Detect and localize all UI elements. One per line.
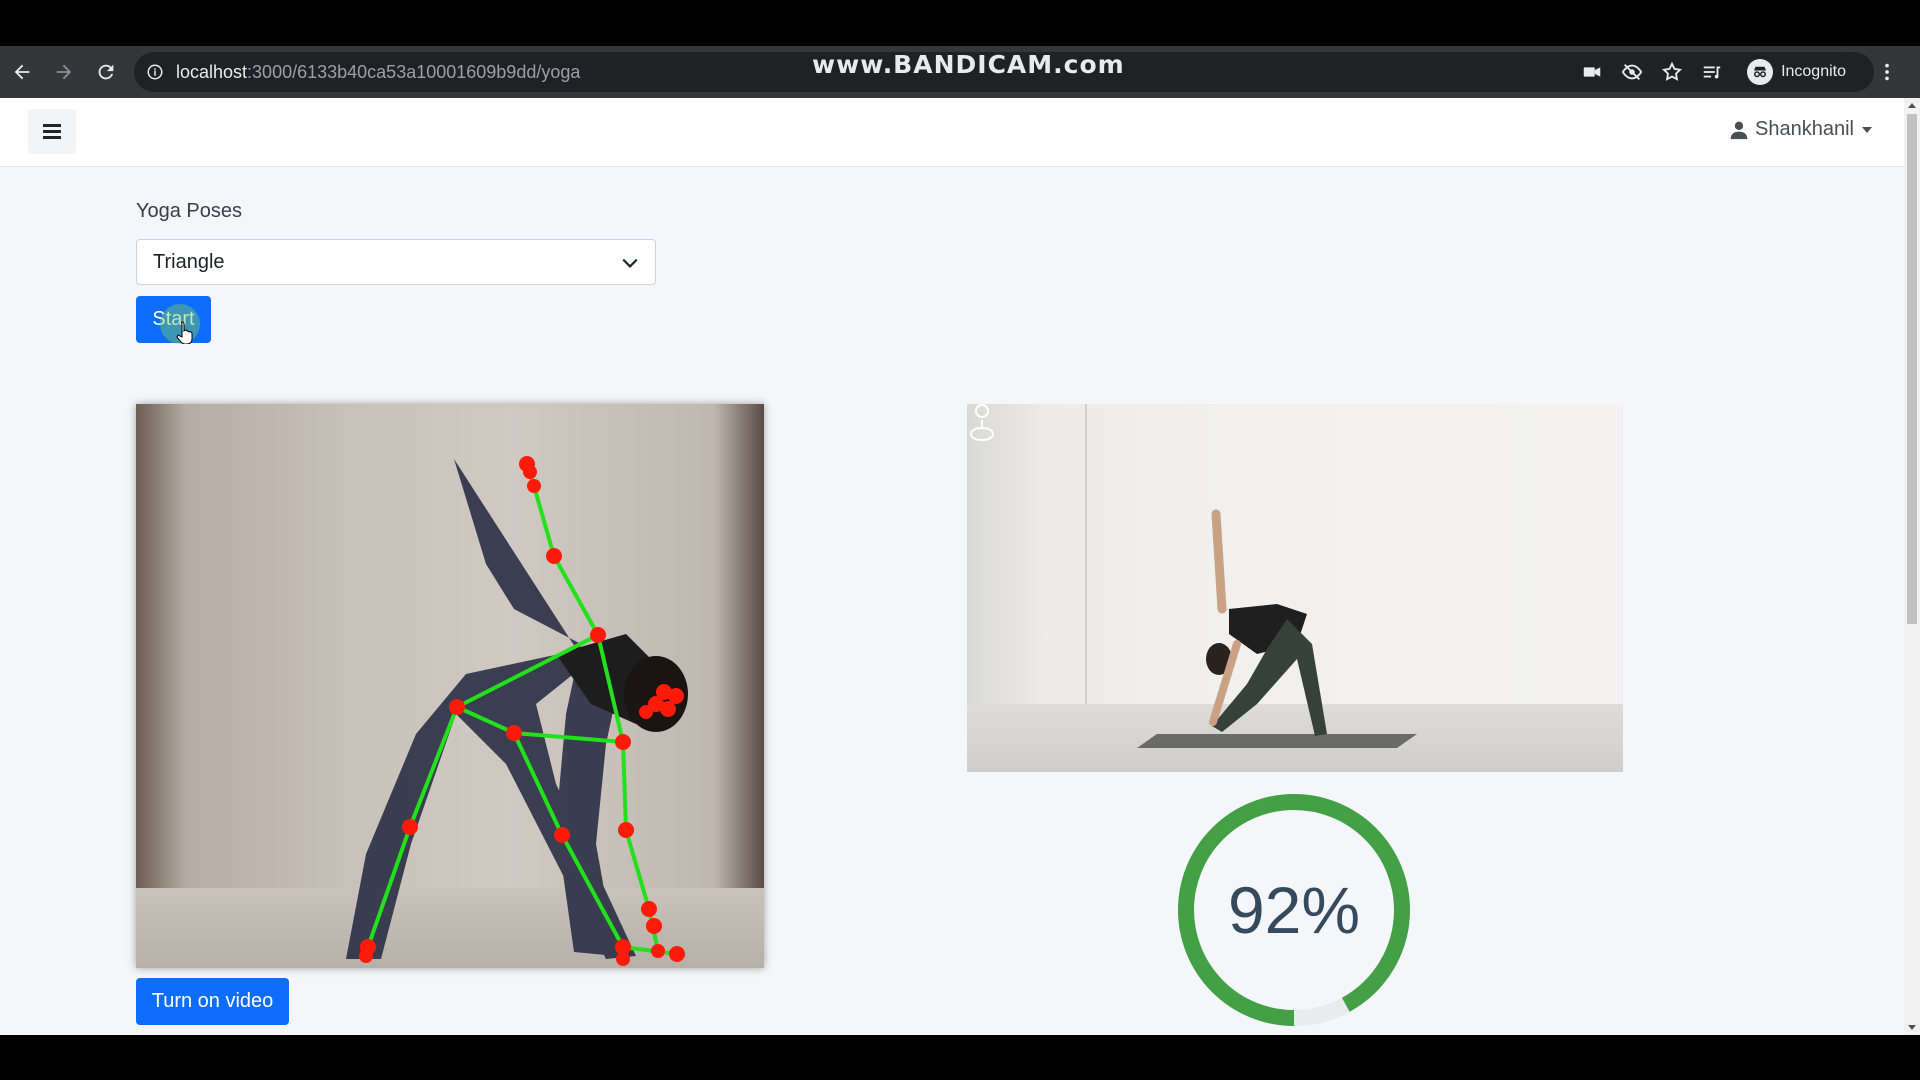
incognito-label: Incognito [1781,63,1846,80]
user-name: Shankhanil [1755,118,1854,140]
url-host: localhost [176,61,248,82]
page-scrollbar[interactable] [1904,98,1920,1035]
start-button[interactable]: Start [136,296,211,343]
webcam-feed [136,404,764,968]
screen-bottom-bar [0,1035,1920,1080]
yoga-mat [1137,734,1417,748]
camera-icon[interactable] [1581,61,1603,83]
instructor-figure [1137,509,1417,748]
browser-tab-strip [0,0,1920,46]
scroll-up-icon[interactable] [1908,103,1916,108]
reload-button[interactable] [86,52,126,92]
hamburger-icon [43,130,61,133]
forward-arrow-icon [56,64,72,80]
chevron-down-icon [1862,126,1872,133]
eye-off-icon[interactable] [1621,61,1643,83]
pose-select-label: Yoga Poses [136,200,243,222]
menu-toggle-button[interactable] [28,109,76,154]
pose-select-value: Triangle [153,250,225,273]
back-arrow-icon [14,64,30,80]
incognito-profile-button[interactable]: Incognito [1741,55,1858,89]
user-icon [1730,121,1748,139]
forward-button[interactable] [44,52,84,92]
media-queue-icon[interactable] [1701,61,1723,83]
back-button[interactable] [2,52,42,92]
reload-icon [98,64,114,80]
browser-menu-icon[interactable] [1876,61,1898,83]
reference-pose-image [967,404,1623,772]
user-dropdown[interactable]: Shankhanil [1729,118,1872,141]
turn-on-video-button[interactable]: Turn on video [136,978,289,1025]
page-content: Shankhanil Yoga Poses Triangle Start Tur… [0,98,1904,1035]
accuracy-score: 92% [1174,790,1414,1030]
url-text: localhost:3000/6133b40ca53a10001609b9dd/… [176,62,580,83]
toolbar-icons: Incognito [1581,52,1898,92]
recording-watermark: www.BANDICAM.com [812,50,1125,79]
site-info-icon[interactable] [146,63,164,81]
scrollbar-thumb[interactable] [1907,114,1917,624]
app-navbar: Shankhanil [0,98,1904,167]
watermark-logo-icon [969,404,995,441]
chevron-down-icon [622,258,638,268]
pose-skeleton-overlay [346,456,688,966]
bookmark-star-icon[interactable] [1661,61,1683,83]
scroll-down-icon[interactable] [1908,1025,1916,1030]
score-percentage: 92% [1227,873,1361,947]
incognito-icon [1747,59,1774,85]
url-path: :3000/6133b40ca53a10001609b9dd/yoga [247,61,581,82]
pose-select[interactable]: Triangle [136,239,656,285]
